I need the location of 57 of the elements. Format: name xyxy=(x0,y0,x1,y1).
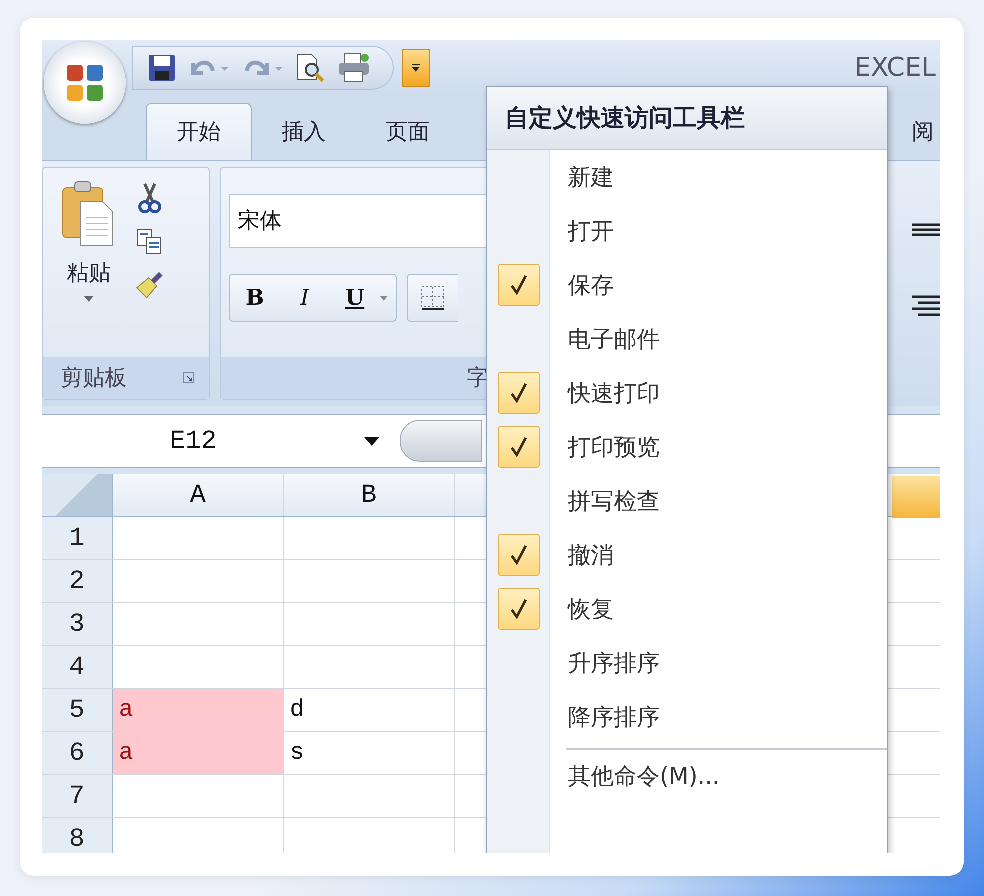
column-header-highlight xyxy=(892,476,940,518)
menu-item[interactable]: 恢复 xyxy=(550,582,614,636)
menu-item[interactable]: 新建 xyxy=(550,150,614,204)
borders-button[interactable] xyxy=(407,274,458,322)
row-header[interactable]: 3 xyxy=(42,603,113,645)
caret-icon xyxy=(364,436,380,446)
menu-title: 自定义快速访问工具栏 xyxy=(487,87,887,150)
four-squares-icon xyxy=(65,63,105,103)
row-header[interactable]: 7 xyxy=(42,775,113,817)
row-header[interactable]: 1 xyxy=(42,517,113,559)
row-header[interactable]: 5 xyxy=(42,689,113,731)
copy-icon[interactable] xyxy=(136,228,164,256)
table-cell: a xyxy=(113,732,284,774)
group-label: 剪贴板 xyxy=(61,365,127,393)
ribbon-tab[interactable]: 开始 xyxy=(146,103,252,160)
font-name-field[interactable]: 宋体 xyxy=(229,194,489,248)
menu-item[interactable]: 打印预览 xyxy=(550,420,660,474)
row-header[interactable]: 6 xyxy=(42,732,113,774)
menu-item[interactable]: 拼写检查 xyxy=(550,474,660,528)
dialog-launcher-icon[interactable] xyxy=(183,372,195,384)
menu-item[interactable]: 降序排序 xyxy=(550,690,660,744)
italic-button[interactable]: I xyxy=(280,276,330,320)
table-cell: a xyxy=(113,689,284,731)
menu-item[interactable]: 快速打印 xyxy=(550,366,660,420)
menu-item[interactable]: 撤消 xyxy=(550,528,614,582)
table-cell: d xyxy=(284,689,455,731)
name-box[interactable]: E12 xyxy=(42,426,394,456)
table-cell: s xyxy=(284,732,455,774)
align-icon[interactable] xyxy=(912,223,940,239)
column-header[interactable]: B xyxy=(284,474,455,516)
row-header[interactable]: 8 xyxy=(42,818,113,853)
paste-button[interactable]: 粘贴 xyxy=(43,168,123,357)
scissors-icon[interactable] xyxy=(137,182,163,214)
print-preview-icon[interactable] xyxy=(295,52,327,84)
window-title: EXCEL xyxy=(854,53,937,83)
menu-item[interactable]: 升序排序 xyxy=(550,636,660,690)
ribbon-tab[interactable]: 插入 xyxy=(252,104,356,160)
ribbon-tab[interactable]: 页面 xyxy=(356,104,460,160)
dropdown-arrow-icon xyxy=(411,63,421,73)
menu-item[interactable]: 打开 xyxy=(550,204,614,258)
printer-icon[interactable] xyxy=(337,52,371,84)
column-header[interactable]: A xyxy=(113,474,284,516)
caret-icon[interactable] xyxy=(380,296,388,300)
border-grid-icon xyxy=(420,285,446,311)
resize-handle[interactable] xyxy=(400,420,482,462)
row-header[interactable]: 2 xyxy=(42,560,113,602)
row-header[interactable]: 4 xyxy=(42,646,113,688)
bold-button[interactable]: B xyxy=(230,276,280,320)
menu-item[interactable]: 保存 xyxy=(550,258,614,312)
paintbrush-icon[interactable] xyxy=(135,270,165,300)
menu-item[interactable]: 电子邮件 xyxy=(550,312,660,366)
menu-item[interactable]: 其他命令(M)... xyxy=(550,754,720,798)
customize-toolbar-button[interactable] xyxy=(402,49,430,87)
caret-icon xyxy=(84,296,94,302)
underline-button[interactable]: U xyxy=(330,276,380,320)
office-button[interactable] xyxy=(44,42,126,124)
align-icon[interactable] xyxy=(912,295,940,317)
